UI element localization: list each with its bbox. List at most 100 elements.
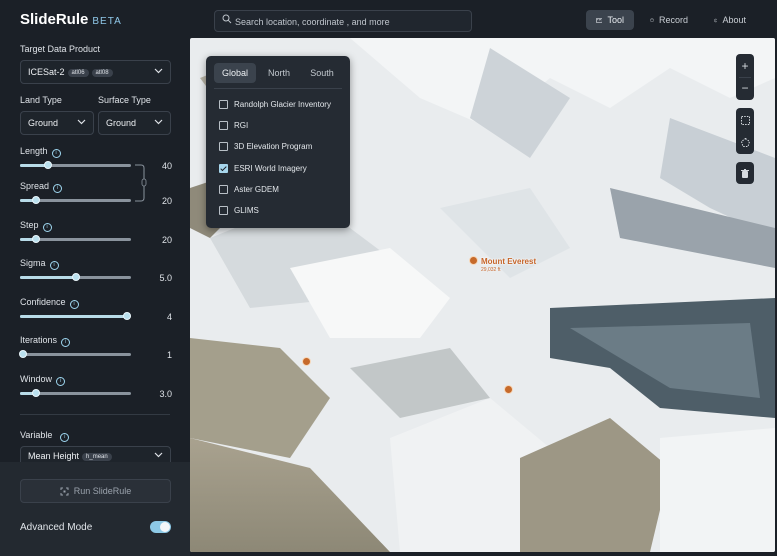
link-bracket-icon[interactable] (134, 164, 148, 202)
beta-badge: BETA (92, 16, 122, 27)
layer-esri-world-imagery[interactable]: ESRI World Imagery (219, 164, 307, 173)
window-label: Window i (20, 374, 66, 386)
layer-glims[interactable]: GLIMS (219, 206, 259, 215)
run-label: Run SlideRule (73, 486, 132, 496)
checkbox[interactable] (219, 100, 228, 109)
run-sliderule-button[interactable]: Run SlideRule (20, 479, 171, 503)
search-bar[interactable] (214, 10, 472, 32)
info-icon (714, 18, 718, 22)
slider-thumb[interactable] (43, 161, 52, 169)
top-bar: SlideRuleBETA Tool Record About (0, 0, 777, 38)
nav-tool[interactable]: Tool (586, 10, 634, 30)
sigma-slider[interactable] (20, 273, 131, 281)
ruler-icon (596, 17, 603, 23)
draw-rectangle-button[interactable] (736, 110, 754, 130)
checkbox[interactable] (219, 185, 228, 194)
surface-type-label: Surface Type (98, 95, 151, 105)
confidence-slider[interactable] (20, 312, 131, 320)
draw-controls (736, 108, 754, 154)
draw-polygon-button[interactable] (736, 132, 754, 152)
tab-north[interactable]: North (258, 63, 300, 83)
advanced-mode-label: Advanced Mode (20, 522, 93, 533)
target-data-product-select[interactable]: ICESat-2 atl06 atl08 (20, 60, 171, 84)
delete-control (736, 162, 754, 184)
layer-3d-elevation-program[interactable]: 3D Elevation Program (219, 142, 312, 151)
advanced-mode-toggle[interactable] (150, 521, 171, 533)
checkbox-checked[interactable] (219, 164, 228, 173)
search-icon (222, 14, 232, 24)
layer-randolph-glacier-inventory[interactable]: Randolph Glacier Inventory (219, 100, 331, 109)
spread-slider[interactable] (20, 196, 131, 204)
nav-record[interactable]: Record (640, 10, 698, 30)
info-icon[interactable]: i (51, 149, 61, 158)
step-label: Step i (20, 220, 52, 232)
variable-label: Variable i (20, 430, 70, 442)
surface-type-select[interactable]: Ground (98, 111, 171, 135)
land-type-label: Land Type (20, 95, 62, 105)
mountain-icon (469, 256, 478, 265)
info-icon[interactable]: i (42, 223, 52, 232)
info-icon[interactable]: i (49, 261, 59, 270)
slider-thumb[interactable] (122, 312, 131, 320)
step-value: 20 (161, 235, 172, 245)
info-icon[interactable]: i (60, 433, 70, 442)
info-icon[interactable]: i (56, 377, 66, 386)
record-icon (650, 18, 654, 22)
variable-select[interactable]: Mean Height h_mean (20, 446, 171, 462)
iterations-label: Iterations i (20, 335, 71, 347)
info-icon[interactable]: i (61, 338, 71, 347)
info-icon[interactable]: i (53, 184, 63, 193)
zoom-in-button[interactable]: + (736, 56, 754, 76)
slider-thumb[interactable] (19, 350, 28, 358)
polygon-icon (740, 137, 750, 147)
length-label: Length i (20, 146, 61, 158)
layer-rgi[interactable]: RGI (219, 121, 248, 130)
trash-icon (741, 168, 749, 178)
chevron-down-icon (77, 119, 86, 125)
land-type-value: Ground (28, 118, 59, 128)
iterations-value: 1 (166, 350, 172, 360)
slider-thumb[interactable] (31, 389, 40, 397)
slider-thumb[interactable] (71, 273, 80, 281)
nav-tool-label: Tool (607, 15, 624, 25)
layer-aster-gdem[interactable]: Aster GDEM (219, 185, 279, 194)
sigma-value: 5.0 (159, 273, 172, 283)
checkbox[interactable] (219, 121, 228, 130)
chevron-down-icon (154, 119, 163, 125)
mountain-icon (302, 357, 311, 366)
window-slider[interactable] (20, 389, 131, 397)
tab-global[interactable]: Global (214, 63, 256, 83)
zoom-controls: + − (736, 54, 754, 100)
target-value: ICESat-2 (28, 67, 65, 77)
settings-panel: Target Data Product ICESat-2 atl06 atl08 L… (0, 38, 190, 556)
zoom-out-button[interactable]: − (736, 78, 754, 98)
confidence-label: Confidence i (20, 297, 79, 309)
checkbox[interactable] (219, 142, 228, 151)
peak-marker-mount-everest[interactable]: Mount Everest 29,032 ft (469, 255, 536, 273)
app-logo[interactable]: SlideRule BETA (20, 11, 122, 28)
divider (20, 414, 170, 415)
tab-south[interactable]: South (301, 63, 343, 83)
slider-thumb[interactable] (31, 235, 40, 243)
delete-button[interactable] (736, 163, 754, 183)
select-area-icon (60, 487, 69, 495)
rectangle-select-icon (740, 115, 750, 125)
layers-menu: Global North South Randolph Glacier Inve… (206, 56, 350, 228)
window-value: 3.0 (159, 389, 172, 399)
peak-marker[interactable] (302, 356, 314, 366)
product-badge-atl08: atl08 (91, 69, 113, 77)
variable-value: Mean Height (28, 451, 80, 461)
chevron-down-icon (154, 68, 163, 74)
length-slider[interactable] (20, 161, 131, 169)
nav-record-label: Record (658, 15, 688, 25)
slider-thumb[interactable] (31, 196, 40, 204)
peak-marker[interactable] (504, 384, 516, 394)
confidence-value: 4 (166, 312, 172, 322)
checkbox[interactable] (219, 206, 228, 215)
land-type-select[interactable]: Ground (20, 111, 94, 135)
step-slider[interactable] (20, 235, 131, 243)
info-icon[interactable]: i (69, 300, 79, 309)
nav-about[interactable]: About (704, 10, 756, 30)
iterations-slider[interactable] (19, 350, 131, 358)
search-input[interactable] (233, 13, 467, 30)
